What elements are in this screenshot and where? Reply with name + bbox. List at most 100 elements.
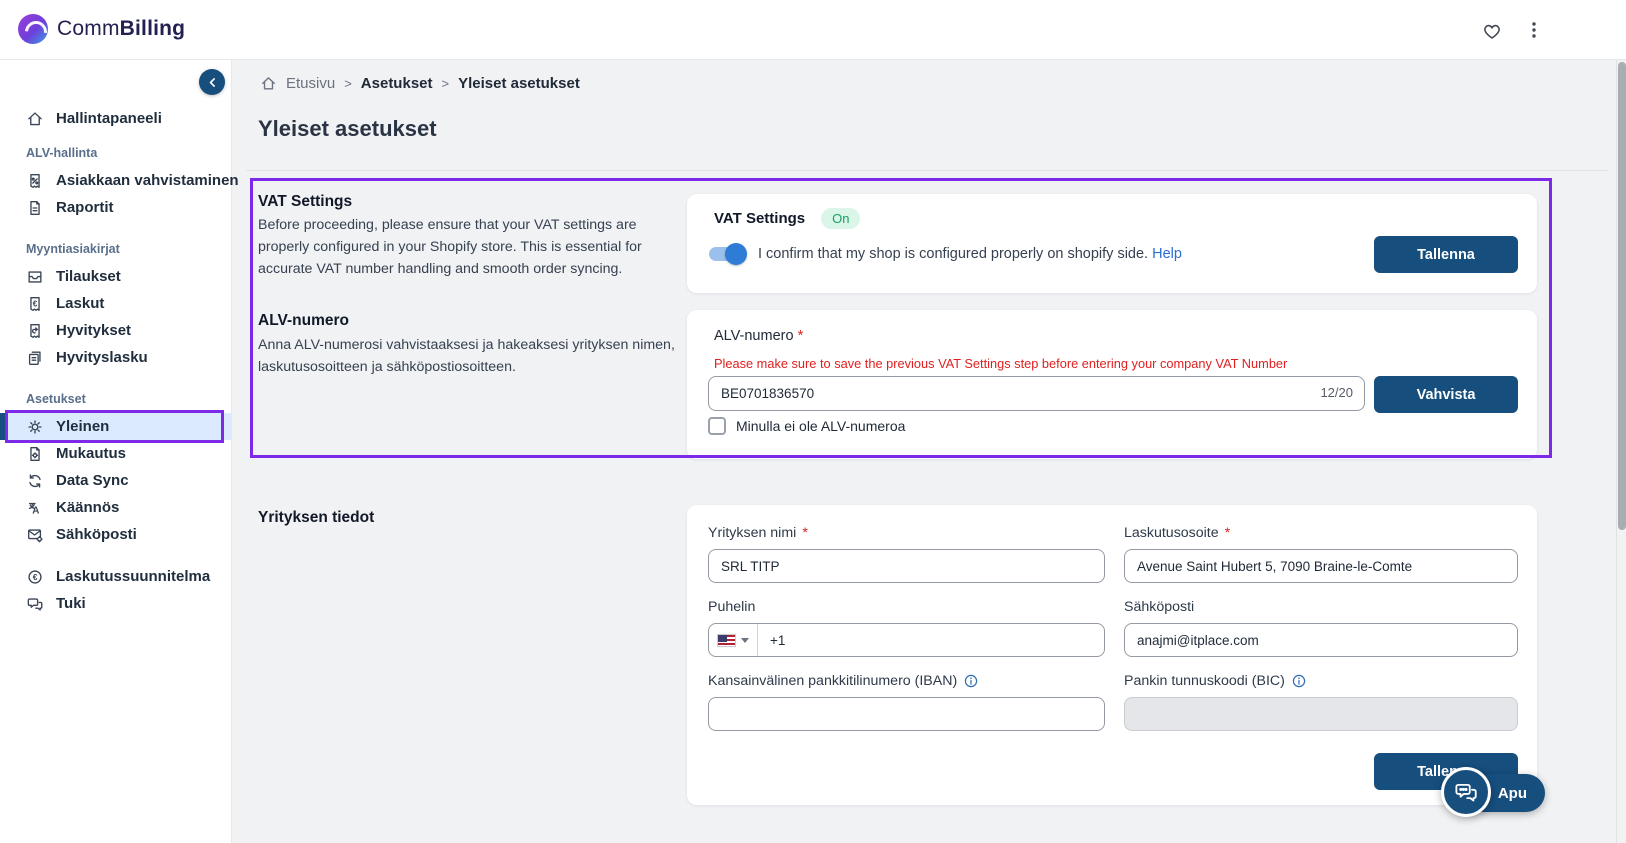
inbox-icon <box>26 268 44 286</box>
active-indicator <box>0 413 5 440</box>
sidebar-item-tuki[interactable]: Tuki <box>0 590 231 617</box>
vat-confirm-text: I confirm that my shop is configured pro… <box>758 246 1182 262</box>
company-info-heading: Yrityksen tiedot <box>258 509 375 526</box>
vat-settings-description: Before proceeding, please ensure that yo… <box>258 217 642 277</box>
sidebar-section-asetukset: Asetukset <box>26 392 86 406</box>
sidebar-item-hyvityslasku[interactable]: Hyvityslasku <box>0 344 231 371</box>
no-vat-checkbox-row[interactable]: Minulla ei ole ALV-numeroa <box>708 417 905 435</box>
status-badge: On <box>821 208 861 229</box>
company-name-label: Yrityksen nimi * <box>708 525 808 541</box>
app-header: CommBilling <box>0 0 1626 60</box>
no-vat-checkbox[interactable] <box>708 417 726 435</box>
billing-address-input[interactable] <box>1124 549 1518 583</box>
email-label: Sähköposti <box>1124 599 1195 615</box>
char-counter: 12/20 <box>1320 385 1353 400</box>
document-icon <box>26 199 44 217</box>
verify-vat-button[interactable]: Vahvista <box>1374 376 1518 413</box>
breadcrumb-etusivu[interactable]: Etusivu <box>286 75 335 92</box>
sidebar-item-yleinen[interactable]: Yleinen <box>0 410 231 443</box>
scrollbar-track[interactable] <box>1616 60 1626 843</box>
info-icon[interactable] <box>1291 673 1307 689</box>
bic-input <box>1124 697 1518 731</box>
sidebar-item-sahkoposti[interactable]: Sähköposti <box>0 521 231 548</box>
sync-icon <box>26 472 44 490</box>
breadcrumb-separator: > <box>441 76 450 91</box>
company-name-input[interactable] <box>708 549 1105 583</box>
euro-circle-icon: € <box>26 568 44 586</box>
sidebar-section-myyntiasiakirjat: Myyntiasiakirjat <box>26 242 120 256</box>
email-input[interactable] <box>1124 623 1518 657</box>
sidebar-section-alv-hallinta: ALV-hallinta <box>26 146 98 160</box>
divider <box>246 170 1608 171</box>
svg-text:€: € <box>33 572 38 582</box>
scrollbar-thumb[interactable] <box>1618 62 1626 530</box>
billing-address-field: Laskutusosoite * <box>1124 525 1518 583</box>
sidebar-item-data-sync[interactable]: Data Sync <box>0 467 231 494</box>
home-icon <box>26 110 44 128</box>
vat-settings-heading: VAT Settings <box>258 193 353 210</box>
us-flag-icon <box>717 633 736 647</box>
vat-confirm-toggle[interactable] <box>709 243 747 265</box>
commbilling-logo-icon <box>18 14 48 44</box>
alv-numero-description: Anna ALV-numerosi vahvistaaksesi ja hake… <box>258 337 675 375</box>
receipt-euro-icon: € <box>26 295 44 313</box>
vat-settings-card: VAT Settings On I confirm that my shop i… <box>687 194 1537 293</box>
breadcrumb: Etusivu > Asetukset > Yleiset asetukset <box>260 75 580 92</box>
sidebar-item-raportit[interactable]: Raportit <box>0 194 231 221</box>
sidebar-item-tilaukset[interactable]: Tilaukset <box>0 263 231 290</box>
sidebar-item-laskutussuunnitelma[interactable]: € Laskutussuunnitelma <box>0 563 231 590</box>
sidebar-item-asiakkaan-vahvistaminen[interactable]: Asiakkaan vahvistaminen <box>0 167 239 194</box>
chevron-down-icon <box>741 637 749 643</box>
alv-numero-card: ALV-numero * Please make sure to save th… <box>687 310 1537 459</box>
sidebar-item-hallintapaneeli[interactable]: Hallintapaneeli <box>0 105 231 132</box>
breadcrumb-asetukset[interactable]: Asetukset <box>361 75 433 92</box>
brand-name: CommBilling <box>57 17 186 40</box>
iban-input[interactable] <box>708 697 1105 731</box>
kebab-menu-icon[interactable] <box>1522 18 1546 42</box>
required-asterisk: * <box>797 328 804 344</box>
home-icon[interactable] <box>260 75 277 92</box>
country-code-dropdown[interactable] <box>709 624 758 656</box>
breadcrumb-separator: > <box>344 76 352 91</box>
sidebar-collapse-button[interactable] <box>199 69 225 95</box>
document-duplicate-icon <box>26 349 44 367</box>
svg-text:A: A <box>32 505 39 516</box>
email-field: Sähköposti <box>1124 599 1518 657</box>
alv-warning-text: Please make sure to save the previous VA… <box>714 356 1288 371</box>
svg-text:€: € <box>33 299 38 308</box>
iban-field: Kansainvälinen pankkitilinumero (IBAN) <box>708 673 1105 731</box>
company-info-card: Yrityksen nimi* Laskutusosoite* Puhelin … <box>687 505 1537 805</box>
phone-field: Puhelin <box>708 599 1105 657</box>
chat-bubbles-icon <box>26 595 44 613</box>
translate-icon: A <box>26 499 44 517</box>
document-gear-icon <box>26 445 44 463</box>
company-name-field: Yrityksen nimi * <box>708 525 1105 583</box>
phone-label: Puhelin <box>708 599 756 615</box>
phone-input[interactable] <box>758 632 1104 648</box>
billing-address-label: Laskutusosoite * <box>1124 525 1231 541</box>
alv-numero-heading: ALV-numero <box>258 312 349 329</box>
sidebar-item-laskut[interactable]: € Laskut <box>0 290 231 317</box>
main-content: Etusivu > Asetukset > Yleiset asetukset … <box>232 60 1616 843</box>
alv-numero-label: ALV-numero * <box>714 328 804 344</box>
bic-field: Pankin tunnuskoodi (BIC) <box>1124 673 1518 731</box>
page-title: Yleiset asetukset <box>258 116 437 141</box>
help-link[interactable]: Help <box>1152 246 1182 262</box>
no-vat-checkbox-label: Minulla ei ole ALV-numeroa <box>736 418 906 434</box>
sidebar-item-hyvitykset[interactable]: Hyvitykset <box>0 317 231 344</box>
mail-gear-icon <box>26 526 44 544</box>
gear-icon <box>26 418 44 436</box>
iban-label: Kansainvälinen pankkitilinumero (IBAN) <box>708 673 1105 689</box>
help-fab[interactable]: Apu <box>1441 767 1545 819</box>
save-vat-settings-button[interactable]: Tallenna <box>1374 236 1518 273</box>
heart-icon[interactable] <box>1480 18 1504 42</box>
info-icon[interactable] <box>963 673 979 689</box>
chat-bubbles-icon[interactable] <box>1441 767 1491 817</box>
receipt-percent-icon <box>26 172 44 190</box>
vat-card-title: VAT Settings <box>714 210 806 227</box>
receipt-refund-icon <box>26 322 44 340</box>
vat-number-input[interactable] <box>708 376 1365 411</box>
sidebar-item-mukautus[interactable]: Mukautus <box>0 440 231 467</box>
sidebar-item-kaannos[interactable]: A Käännös <box>0 494 231 521</box>
brand-logo[interactable]: CommBilling <box>18 14 185 44</box>
